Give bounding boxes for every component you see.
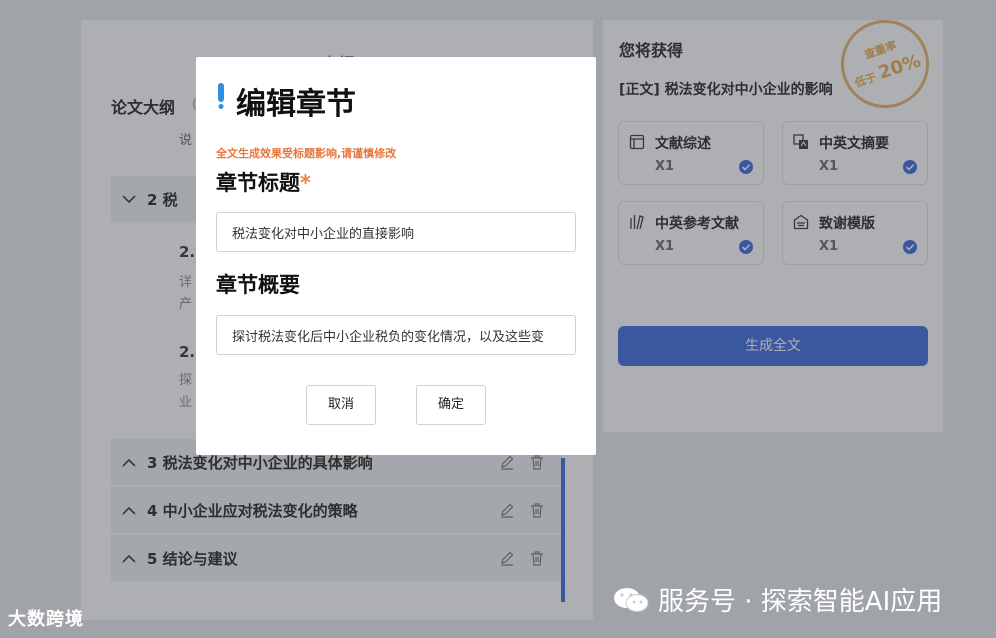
warning-text: 全文生成效果受标题影响,请谨慎修改 — [216, 147, 397, 160]
wechat-icon — [612, 585, 650, 615]
dialog-title: 编辑章节 — [236, 87, 356, 122]
required-mark: * — [300, 171, 311, 195]
chapter-title-label: 章节标题* — [216, 171, 311, 195]
chapter-summary-label: 章节概要 — [216, 273, 300, 297]
cancel-button[interactable]: 取消 — [306, 385, 376, 425]
watermark-right: 服务号 · 探索智能AI应用 — [612, 581, 942, 618]
watermark-left: 大数跨境 — [8, 609, 84, 630]
edit-chapter-dialog: 编辑章节 全文生成效果受标题影响,请谨慎修改 章节标题* 章节概要 取消 确定 — [196, 57, 596, 455]
chapter-title-input[interactable] — [216, 212, 576, 252]
chapter-summary-input[interactable] — [216, 315, 576, 355]
title-accent-icon — [218, 83, 224, 109]
confirm-button[interactable]: 确定 — [416, 385, 486, 425]
